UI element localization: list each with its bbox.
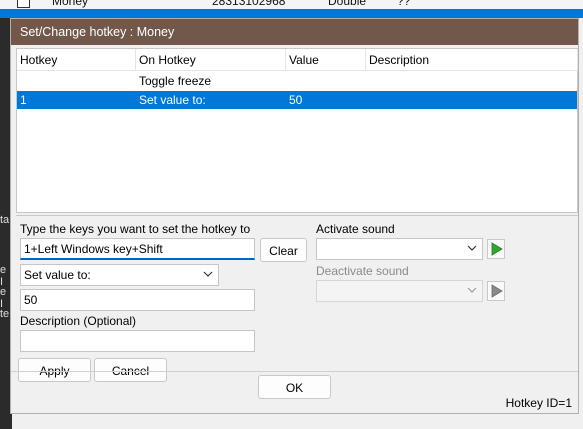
row-hotkey: 1 [20,93,27,107]
chevron-down-icon [467,245,477,251]
chevron-down-icon [467,287,477,293]
column-header-description[interactable]: Description [366,49,578,71]
column-header-on-hotkey[interactable]: On Hotkey [136,49,286,71]
background-row-type: Double [328,0,367,8]
row-value: 50 [289,93,303,107]
value-input[interactable]: 50 [20,289,255,311]
background-checkbox[interactable] [17,0,30,8]
keys-label: Type the keys you want to set the hotkey… [20,222,251,236]
activate-sound-label: Activate sound [316,222,395,236]
apply-button[interactable]: Apply [18,358,91,382]
background-left-text: te [0,308,10,320]
chevron-down-icon [203,271,213,277]
background-row-value: ?? [397,0,411,8]
background-row-name: Money [52,0,89,8]
play-icon [491,242,503,256]
background-row-address: 28313102968 [212,0,286,8]
background-left-text: ta [0,214,10,226]
background-row-selected [0,9,583,18]
activate-sound-select[interactable] [316,238,483,260]
row-on-hotkey: Set value to: [139,93,206,107]
background-list: Money 28313102968 Double ?? [0,0,583,18]
hotkey-dialog: Set/Change hotkey : Money Hotkey On Hotk… [10,18,579,414]
status-text: Hotkey ID=1 [505,396,572,410]
ok-button[interactable]: OK [258,375,331,399]
action-select-value: Set value to: [24,268,91,282]
list-header: Hotkey On Hotkey Value Description [17,49,578,71]
column-header-value[interactable]: Value [286,49,366,71]
description-label: Description (Optional) [20,314,137,328]
divider [11,371,578,372]
hotkey-list[interactable]: Hotkey On Hotkey Value Description Toggl… [16,48,578,213]
clear-button[interactable]: Clear [260,238,307,262]
row-on-hotkey: Toggle freeze [139,74,212,88]
play-deactivate-sound-button[interactable] [487,281,505,301]
cancel-button[interactable]: Cancel [94,358,167,382]
column-header-hotkey[interactable]: Hotkey [17,49,136,71]
deactivate-sound-label: Deactivate sound [316,264,409,278]
action-select[interactable]: Set value to: [20,264,219,286]
description-input[interactable] [20,330,255,352]
table-row[interactable]: Toggle freeze [17,72,577,90]
deactivate-sound-select[interactable] [316,280,483,302]
play-activate-sound-button[interactable] [487,239,505,259]
dialog-title[interactable]: Set/Change hotkey : Money [11,19,578,45]
keys-input[interactable]: 1+Left Windows key+Shift [20,238,255,260]
hotkey-editor: Type the keys you want to set the hotkey… [16,215,578,382]
play-icon [491,284,503,298]
table-row-selected[interactable]: 1 Set value to: 50 [17,91,577,109]
